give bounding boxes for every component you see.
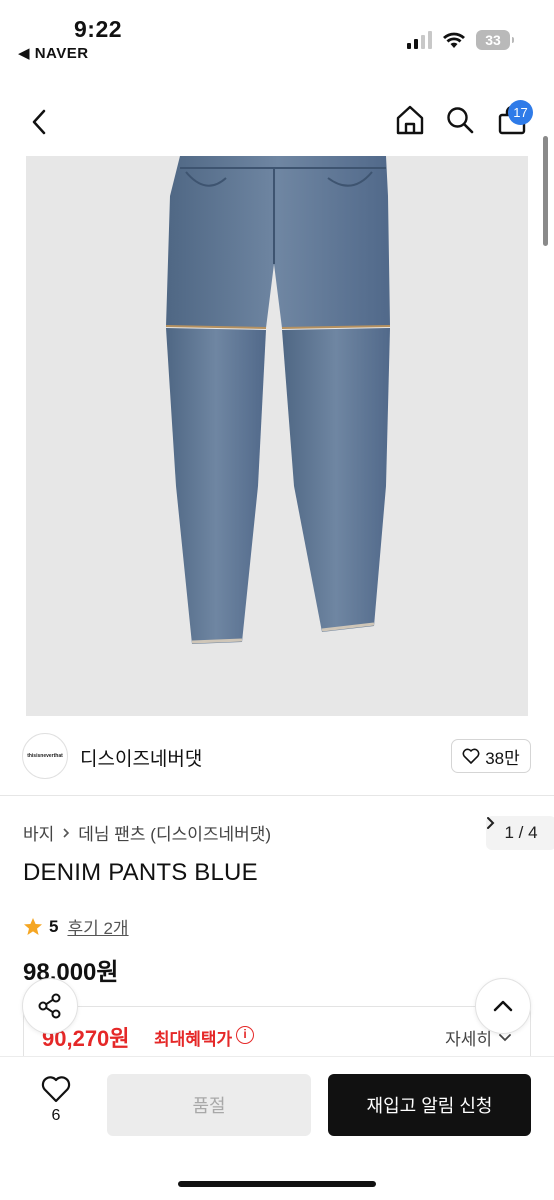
battery-icon: 33 (476, 30, 514, 50)
chevron-right-icon (63, 827, 70, 838)
status-time: 9:22 (74, 16, 123, 42)
image-counter-text: 1 / 4 (504, 823, 538, 842)
scrollbar[interactable] (543, 136, 548, 246)
chevron-down-icon (499, 1033, 511, 1041)
share-button[interactable] (22, 978, 78, 1034)
wish-count: 6 (51, 1107, 61, 1124)
breadcrumb: 바지 데님 팬츠 (디스이즈네버댓) (23, 820, 271, 845)
brand-logo-text: thisisneverthat (27, 753, 63, 759)
breadcrumb-subcategory[interactable]: 데님 팬츠 (디스이즈네버댓) (78, 820, 271, 845)
home-indicator[interactable] (178, 1181, 376, 1187)
soldout-button[interactable]: 품절 (107, 1074, 311, 1136)
cart-count-badge: 17 (508, 100, 533, 125)
product-image[interactable]: 1 / 4 (26, 156, 554, 850)
wifi-icon (443, 32, 465, 48)
info-icon[interactable]: i (236, 1026, 254, 1044)
status-bar: 9:22 ◀ NAVER 33 (0, 0, 554, 80)
scroll-top-button[interactable] (475, 978, 531, 1034)
brand-row[interactable]: thisisneverthat 디스이즈네버댓 38만 (0, 716, 554, 796)
detail-link-label: 자세히 (445, 1030, 492, 1049)
product-title: DENIM PANTS BLUE (23, 859, 258, 886)
heart-outline-icon (41, 1076, 71, 1103)
home-button[interactable] (390, 100, 430, 140)
brand-like-button[interactable]: 38만 (451, 739, 531, 773)
back-chevron-icon (32, 109, 46, 135)
restock-alert-button[interactable]: 재입고 알림 신청 (328, 1074, 531, 1136)
status-indicators: 33 (407, 30, 514, 50)
max-benefit-label: 최대혜택가 (154, 1030, 233, 1049)
brand-logo[interactable]: thisisneverthat (22, 733, 68, 779)
back-button[interactable] (20, 102, 60, 142)
search-button[interactable] (440, 100, 480, 140)
chevron-up-icon (493, 1000, 513, 1012)
star-icon (24, 917, 42, 935)
home-icon (396, 105, 424, 135)
top-header (0, 92, 554, 152)
wish-button[interactable]: 6 (30, 1075, 82, 1139)
image-counter[interactable]: 1 / 4 (486, 816, 554, 850)
rating-row: 5 후기 2개 (23, 914, 129, 939)
share-icon (38, 993, 61, 1019)
signal-icon (407, 31, 432, 49)
brand-like-count: 38만 (485, 748, 520, 768)
brand-name[interactable]: 디스이즈네버댓 (80, 744, 202, 771)
search-icon (447, 107, 474, 134)
chevron-right-icon (487, 817, 495, 829)
back-to-app-link[interactable]: ◀ NAVER (18, 44, 89, 62)
rating-score: 5 (49, 916, 59, 936)
bottom-action-bar: 6 품절 재입고 알림 신청 (0, 1056, 554, 1200)
heart-outline-icon (462, 748, 480, 764)
denim-pants-photo (165, 156, 391, 644)
breadcrumb-category[interactable]: 바지 (23, 820, 54, 845)
review-link[interactable]: 후기 2개 (67, 914, 128, 939)
